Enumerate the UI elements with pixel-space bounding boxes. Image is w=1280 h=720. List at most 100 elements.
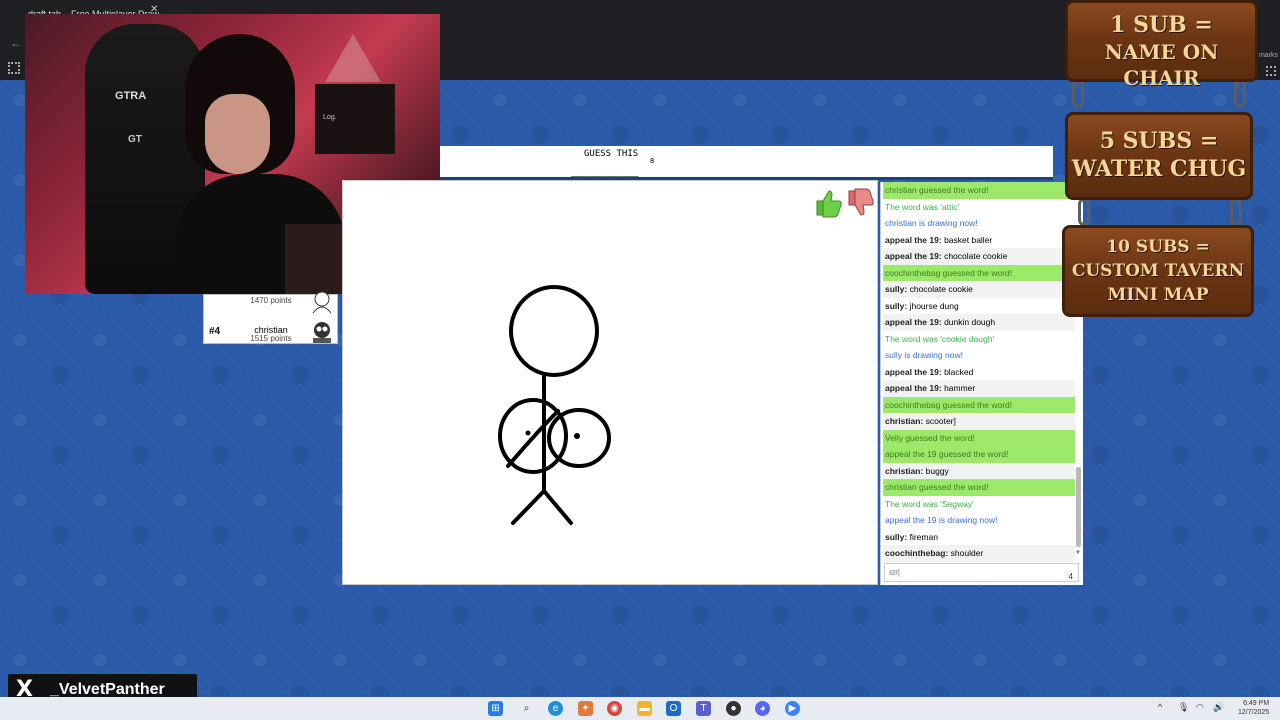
chat-text: christian is drawing now! (885, 218, 978, 228)
chat-input-value: str| (889, 568, 900, 577)
player-avatar-icon (312, 291, 332, 313)
sign-line: 5 SUBS = (1099, 128, 1219, 154)
chat-text: dunkin dough (944, 317, 996, 327)
chat-text: sully is drawing now! (885, 350, 963, 360)
sign-line: CUSTOM TAVERN (1071, 261, 1245, 281)
file-explorer-icon[interactable]: ▬ (637, 701, 652, 716)
chat-text: chocolate cookie (944, 251, 1008, 261)
chat-username: appeal the 19: (885, 317, 942, 327)
chat-text: basket baller (944, 234, 993, 245)
teams-icon[interactable]: T (696, 701, 711, 716)
sign-line: WATER CHUG (1071, 156, 1247, 182)
back-arrow-icon[interactable]: ← (10, 36, 22, 50)
windows-taskbar: ⊞ ⌕ e ✦ ◉ ▬ O T ● ◕ ▶ ^ 🎙 ◠ 🔊 6:49 PM 12… (0, 697, 1280, 720)
thumbs-down-icon[interactable] (845, 187, 875, 219)
deathly-hallows-symbol (325, 34, 381, 82)
outlook-icon[interactable]: O (666, 701, 681, 716)
chat-username: sully: (885, 284, 908, 294)
chat-scrollbar[interactable] (1076, 467, 1081, 547)
chat-message: appeal the 19 is drawing now! (883, 512, 1075, 529)
player-rank: #4 (209, 326, 221, 337)
chat-text: The word was 'cookie dough' (885, 333, 995, 344)
chat-message: appeal the 19 guessed the word! (883, 446, 1075, 463)
microphone-icon[interactable]: 🎙 (1178, 702, 1189, 713)
chat-text: christian guessed the word! (885, 185, 989, 195)
game-header: GUESS THIS 8 ________ (440, 146, 1053, 180)
chat-message: The word was 'cookie dough' (883, 331, 1075, 348)
stick-figure-drawing (498, 285, 611, 525)
player-avatar-icon (313, 322, 331, 343)
chat-message: The word was 'attic' (883, 199, 1075, 216)
chevron-up-icon[interactable]: ^ (1158, 702, 1162, 712)
word-length-count: 8 (650, 157, 655, 165)
wifi-icon[interactable]: ◠ (1196, 702, 1204, 713)
chat-text: scooter] (925, 416, 956, 426)
chat-username: christian: (885, 416, 924, 426)
apps-grid-icon[interactable] (8, 62, 20, 74)
chat-text: coochinthebag guessed the word! (885, 399, 1013, 410)
chat-text: appeal the 19 guessed the word! (885, 449, 1009, 459)
chrome-icon[interactable]: ◉ (607, 701, 622, 716)
streamer-face (205, 94, 270, 174)
chat-text: chocolate cookie (909, 284, 973, 294)
chain-icon (1078, 198, 1090, 226)
chat-panel: christian guessed the word! The word was … (880, 182, 1083, 585)
chat-message: christian guessed the word! (883, 479, 1075, 496)
chat-message: appeal the 19: hammer (883, 380, 1075, 397)
chain-icon (1230, 198, 1242, 226)
chat-username: coochinthebag: (885, 548, 949, 558)
chat-username: appeal the 19: (885, 234, 942, 245)
chat-text: coochinthebag guessed the word! (885, 267, 1013, 278)
chat-text: jhourse dung (909, 300, 959, 311)
poster-text: Log. (323, 114, 337, 121)
chair-logo-text-2: GT (128, 134, 142, 145)
chat-text: hammer (944, 383, 976, 393)
bookmarks-grid-icon[interactable] (1266, 66, 1276, 76)
chat-message: The word was 'Segway' (883, 496, 1075, 513)
discord-icon[interactable]: ◕ (755, 701, 770, 716)
chat-message: Velly guessed the word! (883, 429, 1075, 446)
chat-input-char-count: 4 (1068, 572, 1073, 581)
chat-messages: christian guessed the word! The word was … (883, 182, 1075, 562)
player-row: #4 christian 1515 points (204, 319, 339, 344)
app-icon[interactable]: ▶ (785, 701, 800, 716)
edge-icon[interactable]: e (548, 701, 563, 716)
chat-message: sully: chocolate cookie (883, 281, 1075, 298)
search-icon[interactable]: ⌕ (519, 701, 534, 716)
chat-message: sully: jhourse dung (883, 297, 1075, 314)
sign-line: 10 SUBS = (1106, 237, 1210, 257)
chat-input[interactable]: str| 4 (884, 563, 1079, 582)
player-points: 1515 points (250, 334, 292, 343)
guess-this-label: GUESS THIS (584, 149, 639, 159)
chat-username: appeal the 19: (885, 366, 942, 377)
word-blanks: ________ (571, 161, 639, 177)
chat-message: coochinthebag guessed the word! (883, 264, 1075, 281)
chat-message: appeal the 19: dunkin dough (883, 314, 1075, 331)
chat-message: christian: scooter] (883, 413, 1075, 430)
chat-message: sully is drawing now! (883, 347, 1075, 364)
chat-message: appeal the 19: blacked (883, 363, 1075, 380)
player-points: 1470 points (250, 296, 292, 305)
chat-message: christian is drawing now! (883, 215, 1075, 232)
drawing-canvas[interactable] (342, 180, 878, 585)
clock[interactable]: 6:49 PM 12/7/2025 (1238, 699, 1269, 717)
player-row: 1470 points (204, 291, 339, 320)
chat-username: appeal the 19: (885, 251, 942, 261)
copilot-icon[interactable]: ✦ (578, 701, 593, 716)
volume-icon[interactable]: 🔊 (1213, 702, 1224, 713)
chat-text: christian guessed the word! (885, 482, 989, 492)
clock-time: 6:49 PM (1243, 700, 1270, 707)
obs-icon[interactable]: ● (726, 701, 741, 716)
thumbs-up-icon[interactable] (813, 187, 843, 219)
windows-start-icon[interactable]: ⊞ (488, 701, 503, 716)
chat-text: appeal the 19 is drawing now! (885, 515, 998, 525)
chat-message: christian: buggy (883, 462, 1075, 479)
scroll-down-icon[interactable]: ▼ (1075, 550, 1081, 556)
bookmarks-label[interactable]: marks (1259, 52, 1278, 59)
chat-username: christian: (885, 465, 924, 476)
chat-message: appeal the 19: chocolate cookie (883, 248, 1075, 265)
chat-message: coochinthebag guessed the word! (883, 396, 1075, 413)
chat-text: The word was 'attic' (885, 201, 960, 212)
sign-line: MINI MAP (1107, 285, 1209, 305)
player-list: 1470 points #4 christian 1515 points (203, 291, 339, 344)
